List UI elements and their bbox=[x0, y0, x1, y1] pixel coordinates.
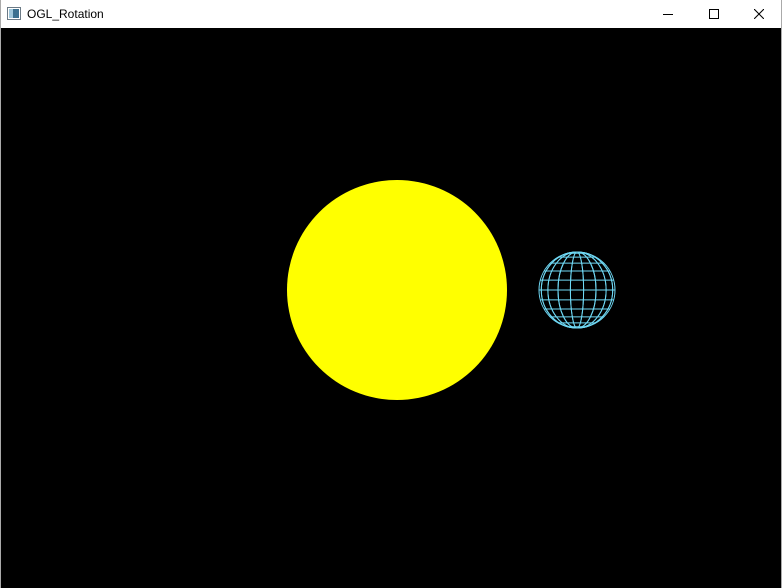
close-icon bbox=[754, 9, 764, 19]
sun-sphere bbox=[287, 180, 507, 400]
title-bar[interactable]: OGL_Rotation bbox=[1, 0, 781, 28]
maximize-icon bbox=[709, 9, 719, 19]
minimize-icon bbox=[663, 14, 673, 15]
opengl-canvas[interactable] bbox=[1, 28, 781, 588]
scene-render bbox=[1, 28, 781, 588]
minimize-button[interactable] bbox=[645, 0, 691, 28]
app-icon bbox=[7, 7, 21, 20]
window-title: OGL_Rotation bbox=[27, 7, 104, 21]
maximize-button[interactable] bbox=[691, 0, 737, 28]
close-button[interactable] bbox=[736, 0, 782, 28]
app-window: OGL_Rotation bbox=[0, 0, 782, 588]
planet-wireframe-sphere bbox=[538, 251, 616, 329]
